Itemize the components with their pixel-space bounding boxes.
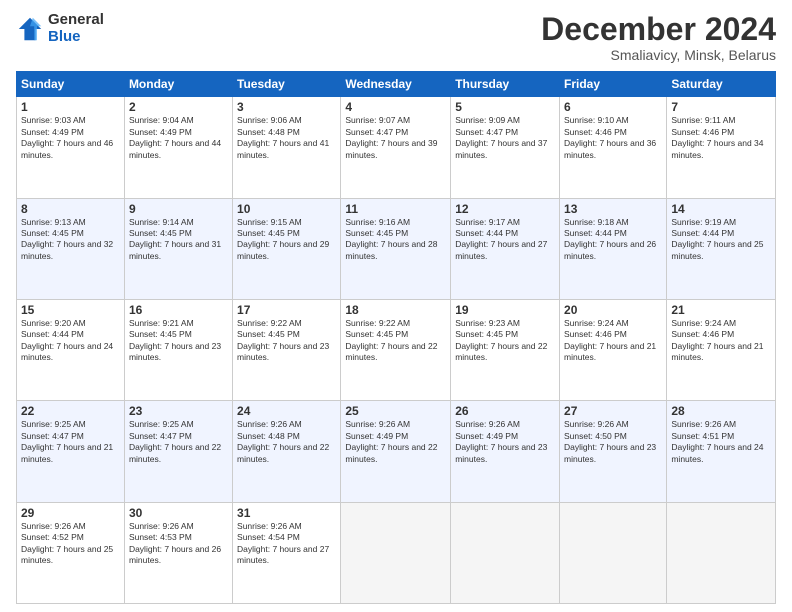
col-wednesday: Wednesday [341,72,451,97]
col-sunday: Sunday [17,72,125,97]
col-tuesday: Tuesday [233,72,341,97]
calendar-table: Sunday Monday Tuesday Wednesday Thursday… [16,71,776,604]
table-row: 15Sunrise: 9:20 AMSunset: 4:44 PMDayligh… [17,299,125,400]
table-row: 30Sunrise: 9:26 AMSunset: 4:53 PMDayligh… [124,502,232,603]
table-row: 23Sunrise: 9:25 AMSunset: 4:47 PMDayligh… [124,401,232,502]
table-row [560,502,667,603]
page: General Blue December 2024 Smaliavicy, M… [0,0,792,612]
calendar-week-5: 29Sunrise: 9:26 AMSunset: 4:52 PMDayligh… [17,502,776,603]
location-subtitle: Smaliavicy, Minsk, Belarus [541,47,776,63]
table-row: 13Sunrise: 9:18 AMSunset: 4:44 PMDayligh… [560,198,667,299]
table-row: 17Sunrise: 9:22 AMSunset: 4:45 PMDayligh… [233,299,341,400]
table-row: 20Sunrise: 9:24 AMSunset: 4:46 PMDayligh… [560,299,667,400]
table-row: 1Sunrise: 9:03 AMSunset: 4:49 PMDaylight… [17,97,125,198]
logo: General Blue [16,12,104,45]
table-row: 4Sunrise: 9:07 AMSunset: 4:47 PMDaylight… [341,97,451,198]
logo-text: General Blue [48,12,104,45]
col-saturday: Saturday [667,72,776,97]
table-row: 14Sunrise: 9:19 AMSunset: 4:44 PMDayligh… [667,198,776,299]
table-row: 7Sunrise: 9:11 AMSunset: 4:46 PMDaylight… [667,97,776,198]
logo-icon [16,15,44,43]
table-row: 5Sunrise: 9:09 AMSunset: 4:47 PMDaylight… [451,97,560,198]
table-row: 9Sunrise: 9:14 AMSunset: 4:45 PMDaylight… [124,198,232,299]
table-row [667,502,776,603]
header-row: Sunday Monday Tuesday Wednesday Thursday… [17,72,776,97]
calendar-week-4: 22Sunrise: 9:25 AMSunset: 4:47 PMDayligh… [17,401,776,502]
table-row: 22Sunrise: 9:25 AMSunset: 4:47 PMDayligh… [17,401,125,502]
title-block: December 2024 Smaliavicy, Minsk, Belarus [541,12,776,63]
table-row: 31Sunrise: 9:26 AMSunset: 4:54 PMDayligh… [233,502,341,603]
table-row [451,502,560,603]
calendar-week-1: 1Sunrise: 9:03 AMSunset: 4:49 PMDaylight… [17,97,776,198]
calendar-week-2: 8Sunrise: 9:13 AMSunset: 4:45 PMDaylight… [17,198,776,299]
table-row: 12Sunrise: 9:17 AMSunset: 4:44 PMDayligh… [451,198,560,299]
col-thursday: Thursday [451,72,560,97]
table-row: 25Sunrise: 9:26 AMSunset: 4:49 PMDayligh… [341,401,451,502]
calendar-week-3: 15Sunrise: 9:20 AMSunset: 4:44 PMDayligh… [17,299,776,400]
table-row: 26Sunrise: 9:26 AMSunset: 4:49 PMDayligh… [451,401,560,502]
table-row: 21Sunrise: 9:24 AMSunset: 4:46 PMDayligh… [667,299,776,400]
month-title: December 2024 [541,12,776,47]
table-row: 29Sunrise: 9:26 AMSunset: 4:52 PMDayligh… [17,502,125,603]
col-friday: Friday [560,72,667,97]
table-row: 3Sunrise: 9:06 AMSunset: 4:48 PMDaylight… [233,97,341,198]
table-row: 11Sunrise: 9:16 AMSunset: 4:45 PMDayligh… [341,198,451,299]
table-row: 8Sunrise: 9:13 AMSunset: 4:45 PMDaylight… [17,198,125,299]
table-row: 2Sunrise: 9:04 AMSunset: 4:49 PMDaylight… [124,97,232,198]
col-monday: Monday [124,72,232,97]
table-row: 19Sunrise: 9:23 AMSunset: 4:45 PMDayligh… [451,299,560,400]
table-row [341,502,451,603]
table-row: 16Sunrise: 9:21 AMSunset: 4:45 PMDayligh… [124,299,232,400]
table-row: 28Sunrise: 9:26 AMSunset: 4:51 PMDayligh… [667,401,776,502]
table-row: 27Sunrise: 9:26 AMSunset: 4:50 PMDayligh… [560,401,667,502]
table-row: 24Sunrise: 9:26 AMSunset: 4:48 PMDayligh… [233,401,341,502]
table-row: 10Sunrise: 9:15 AMSunset: 4:45 PMDayligh… [233,198,341,299]
table-row: 18Sunrise: 9:22 AMSunset: 4:45 PMDayligh… [341,299,451,400]
header: General Blue December 2024 Smaliavicy, M… [16,12,776,63]
table-row: 6Sunrise: 9:10 AMSunset: 4:46 PMDaylight… [560,97,667,198]
